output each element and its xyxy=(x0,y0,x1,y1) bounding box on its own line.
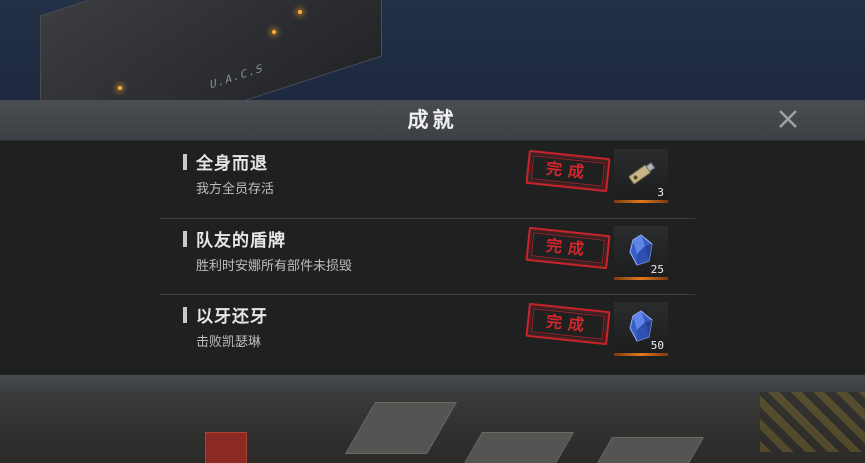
reward-count: 50 xyxy=(650,339,664,352)
hazard-stripes xyxy=(760,392,865,452)
close-icon xyxy=(779,110,797,128)
reward-count: 3 xyxy=(657,186,664,199)
achievement-description: 胜利时安娜所有部件未损毁 xyxy=(196,259,353,274)
close-button[interactable] xyxy=(771,106,805,134)
reward-slot[interactable]: 25 xyxy=(614,226,668,280)
game-background-bottom xyxy=(0,392,865,463)
floor-tile xyxy=(457,432,575,463)
title-marker xyxy=(183,307,187,323)
achievement-row: 全身而退 我方全员存活 完成 3 xyxy=(160,141,695,216)
achievements-dialog: 成就 全身而退 我方全员存活 完成 3 队友的盾牌 胜利时安娜所有部件未损毁 完… xyxy=(0,100,865,392)
completed-stamp: 完成 xyxy=(525,302,611,346)
completed-stamp: 完成 xyxy=(525,226,611,270)
reward-count: 25 xyxy=(650,263,664,276)
completed-stamp: 完成 xyxy=(525,149,611,193)
title-marker xyxy=(183,231,187,247)
dialog-title: 成就 xyxy=(407,108,458,132)
title-marker xyxy=(183,154,187,170)
achievement-description: 击败凯瑟琳 xyxy=(196,335,262,350)
achievement-title: 队友的盾牌 xyxy=(196,231,286,251)
game-background-top: U.A.C.S xyxy=(0,0,865,100)
reward-underline xyxy=(614,200,668,203)
stamp-label: 完成 xyxy=(545,235,591,260)
floor-tile xyxy=(344,402,458,454)
usb-drive-icon xyxy=(628,162,656,185)
lamp-light xyxy=(298,10,302,14)
dialog-header: 成就 xyxy=(0,100,865,141)
lamp-light xyxy=(272,30,276,34)
floor-tile xyxy=(587,437,705,463)
reward-underline xyxy=(614,353,668,356)
reward-slot[interactable]: 3 xyxy=(614,149,668,203)
achievement-row: 队友的盾牌 胜利时安娜所有部件未损毁 完成 25 xyxy=(160,218,695,293)
stamp-label: 完成 xyxy=(545,158,591,183)
reward-slot[interactable]: 50 xyxy=(614,302,668,356)
achievement-title: 全身而退 xyxy=(196,154,268,174)
lamp-light xyxy=(118,86,122,90)
achievement-list: 全身而退 我方全员存活 完成 3 队友的盾牌 胜利时安娜所有部件未损毁 完成 2… xyxy=(0,141,865,375)
achievement-description: 我方全员存活 xyxy=(196,182,275,197)
achievement-title: 以牙还牙 xyxy=(196,307,268,327)
vehicle-illustration xyxy=(205,432,247,463)
dialog-footer xyxy=(0,375,865,392)
achievement-row: 以牙还牙 击败凯瑟琳 完成 50 xyxy=(160,294,695,369)
stamp-label: 完成 xyxy=(545,311,591,336)
reward-underline xyxy=(614,277,668,280)
